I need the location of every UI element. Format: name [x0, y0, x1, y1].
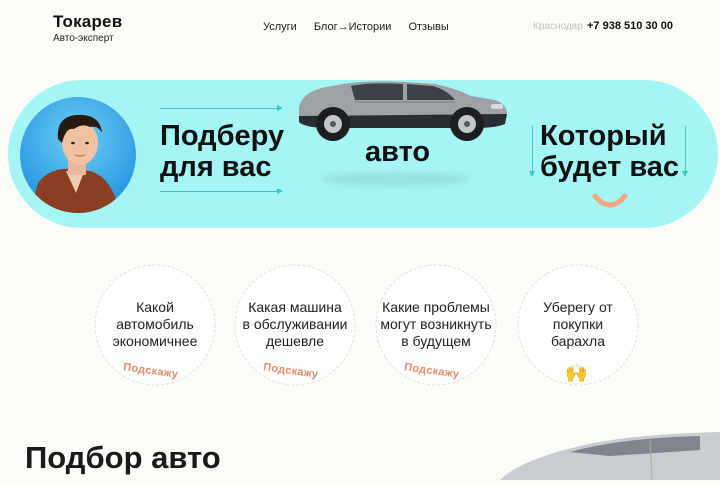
logo-title: Токарев — [53, 12, 123, 31]
raised-hands-icon: 🙌 — [565, 363, 588, 383]
badge-problems: Какие проблемы могут возникнуть в будуще… — [372, 261, 500, 389]
hero-right-line2: будет вас — [540, 151, 680, 183]
hero-right-line1: Который — [540, 120, 667, 152]
badge-line: Какой — [136, 299, 174, 315]
section-title: Подбор авто — [25, 440, 221, 475]
smile-icon — [592, 192, 628, 215]
badge-maintenance: Какая машина в обслуживании дешевле Подс… — [231, 261, 359, 389]
badge-line: дешевле — [265, 333, 325, 349]
hero-left-line2: для вас — [160, 151, 272, 183]
badge-text: Какой автомобиль экономичнее — [91, 299, 219, 350]
badge-text: Какая машина в обслуживании дешевле — [231, 299, 359, 350]
car-preview — [500, 430, 720, 485]
car-shadow — [320, 172, 470, 186]
badge-protect: Уберегу от покупки барахла 🙌 — [514, 261, 642, 389]
main-nav: Услуги Блог→Истории Отзывы — [263, 21, 466, 33]
hero-line-right-vertical — [682, 126, 688, 177]
badge-economy: Какой автомобиль экономичнее Подскажу — [91, 261, 219, 389]
badge-line: автомобиль — [116, 316, 194, 332]
badge-line: Уберегу от — [543, 299, 613, 315]
badge-line: Какая машина — [248, 299, 342, 315]
city-label[interactable]: Краснодар — [533, 21, 583, 32]
badge-text: Уберегу от покупки барахла — [514, 299, 642, 350]
hero-left-text: Подберу для вас — [160, 121, 284, 183]
hero-line-top — [160, 105, 283, 111]
avatar — [20, 97, 136, 213]
badge-line: покупки — [552, 316, 604, 332]
hero-left-line1: Подберу — [160, 120, 285, 152]
nav-item-reviews[interactable]: Отзывы — [408, 21, 448, 33]
logo-subtitle: Авто-эксперт — [53, 33, 114, 44]
nav-item-blog[interactable]: Блог→Истории — [314, 21, 392, 33]
hero-line-bottom — [160, 188, 283, 194]
hero-line-left-vertical — [529, 126, 535, 177]
nav-item-services[interactable]: Услуги — [263, 21, 297, 33]
hero-center-text: авто — [365, 136, 431, 168]
badge-line: Какие проблемы — [382, 299, 490, 315]
hero-right-text: Который будет вас — [540, 121, 679, 183]
phone-link[interactable]: +7 938 510 30 00 — [587, 20, 673, 32]
badge-line: экономичнее — [112, 333, 198, 349]
badge-line: могут возникнуть — [380, 316, 492, 332]
badge-text: Какие проблемы могут возникнуть в будуще… — [372, 299, 500, 350]
badge-line: барахла — [550, 333, 605, 349]
logo[interactable]: Токарев Авто-эксперт — [53, 12, 122, 44]
badge-line: в обслуживании — [242, 316, 348, 332]
badge-line: в будущем — [401, 333, 471, 349]
